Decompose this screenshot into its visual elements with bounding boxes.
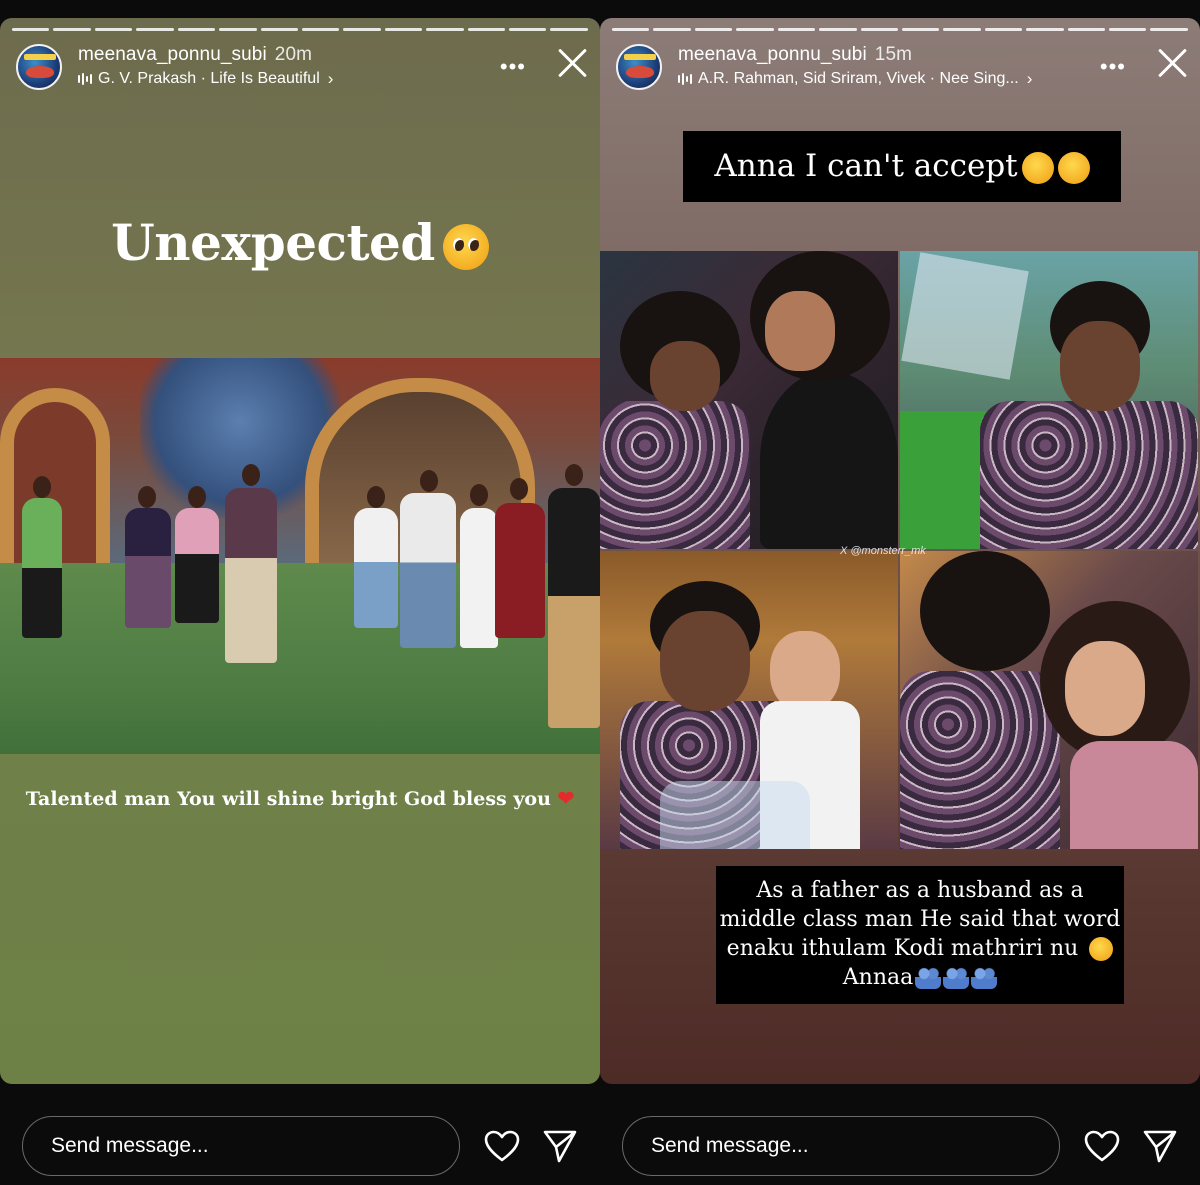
close-icon[interactable]: [556, 46, 588, 78]
people-hugging-icon: [971, 967, 998, 989]
caption-text: Talented man You will shine bright God b…: [25, 788, 551, 810]
chevron-right-icon: ›: [1026, 69, 1033, 88]
music-bars-icon: [678, 73, 692, 85]
music-title: G. V. Prakash · Life Is Beautiful: [98, 70, 320, 87]
username[interactable]: meenava_ponnu_subi: [78, 44, 267, 65]
story-bottom-label: As a father as a husband as a middle cla…: [716, 866, 1124, 1004]
story-caption: Talented man You will shine bright God b…: [0, 786, 600, 810]
send-message-input[interactable]: Send message...: [622, 1116, 1060, 1176]
music-info[interactable]: A.R. Rahman, Sid Sriram, Vivek · Nee Sin…: [678, 69, 1032, 89]
story-progress-bar: [12, 28, 588, 31]
music-info[interactable]: G. V. Prakash · Life Is Beautiful ›: [78, 69, 333, 89]
chevron-right-icon: ›: [327, 69, 334, 88]
story-card[interactable]: meenava_ponnu_subi 20m G. V. Prakash · Li…: [0, 18, 600, 1084]
story-header: meenava_ponnu_subi 20m G. V. Prakash · Li…: [16, 42, 588, 90]
story-panel-right: meenava_ponnu_subi 15m A.R. Rahman, Sid S…: [600, 0, 1200, 1185]
bottom-line-1: As a father as a husband as a: [756, 878, 1084, 903]
red-heart-icon: ❤: [557, 786, 575, 810]
collage-photo-4: [900, 551, 1198, 849]
music-title: A.R. Rahman, Sid Sriram, Vivek · Nee Sin…: [698, 70, 1019, 87]
story-progress-bar: [612, 28, 1188, 31]
headline-text: Unexpected: [111, 213, 435, 272]
story-headline: Unexpected: [0, 213, 600, 272]
bottom-line-4: Annaa: [842, 965, 914, 990]
story-header: meenava_ponnu_subi 15m A.R. Rahman, Sid S…: [616, 42, 1188, 90]
story-top-label: Anna I can't accept: [683, 131, 1121, 202]
bottom-line-3-row: enaku ithulam Kodi mathriri nu: [716, 934, 1124, 963]
story-reply-bar: Send message...: [0, 1104, 600, 1185]
pensive-face-icon: [1021, 151, 1054, 184]
collage-photo-3: [600, 551, 898, 849]
collage-photo-1: [600, 251, 898, 549]
avatar[interactable]: [616, 44, 662, 90]
more-options-icon[interactable]: •••: [500, 54, 526, 80]
collage-photo-2: [900, 251, 1198, 549]
bottom-line-4-row: Annaa: [716, 963, 1124, 992]
top-label-text: Anna I can't accept: [714, 148, 1018, 184]
music-bars-icon: [78, 73, 92, 85]
username[interactable]: meenava_ponnu_subi: [678, 44, 867, 65]
avatar[interactable]: [16, 44, 62, 90]
bottom-line-3: enaku ithulam Kodi mathriri nu: [726, 936, 1079, 961]
tearful-face-icon: [1057, 151, 1090, 184]
send-icon[interactable]: [542, 1128, 578, 1164]
heart-icon[interactable]: [484, 1130, 520, 1162]
story-photo: [0, 358, 600, 754]
username-row[interactable]: meenava_ponnu_subi 20m: [78, 44, 312, 66]
story-card[interactable]: meenava_ponnu_subi 15m A.R. Rahman, Sid S…: [600, 18, 1200, 1084]
send-message-input[interactable]: Send message...: [22, 1116, 460, 1176]
heart-icon[interactable]: [1084, 1130, 1120, 1162]
tearful-face-icon: [1089, 937, 1114, 961]
bottom-line-2: middle class man He said that word: [719, 907, 1121, 932]
watermark: X @monsterr_mk: [840, 545, 926, 557]
pleading-face-icon: [442, 224, 489, 270]
close-icon[interactable]: [1156, 46, 1188, 78]
post-time: 20m: [274, 44, 313, 65]
more-options-icon[interactable]: •••: [1100, 54, 1126, 80]
username-row[interactable]: meenava_ponnu_subi 15m: [678, 44, 912, 66]
post-time: 15m: [874, 44, 913, 65]
people-hugging-icon: [915, 967, 942, 989]
story-reply-bar: Send message...: [600, 1104, 1200, 1185]
photo-collage: X @monsterr_mk: [600, 251, 1200, 851]
send-icon[interactable]: [1142, 1128, 1178, 1164]
story-panel-left: meenava_ponnu_subi 20m G. V. Prakash · Li…: [0, 0, 600, 1185]
people-hugging-icon: [943, 967, 970, 989]
